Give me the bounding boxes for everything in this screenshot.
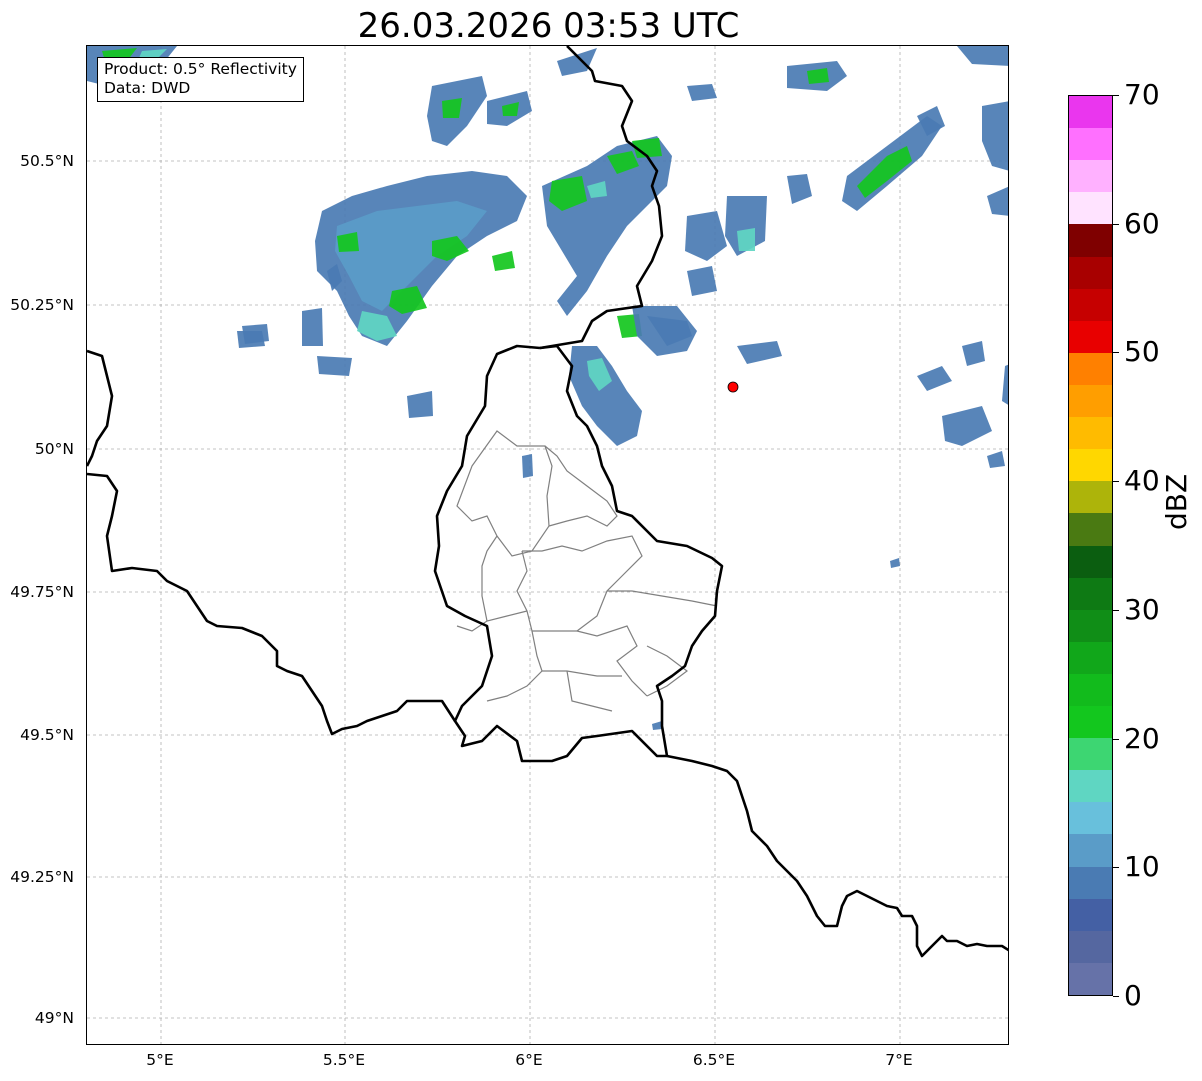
colorbar-tick-label: 30 (1124, 593, 1160, 626)
colorbar-segment (1069, 352, 1112, 385)
colorbar-segment (1069, 223, 1112, 257)
product-info-box: Product: 0.5° Reflectivity Data: DWD (97, 57, 304, 102)
lat-tick-label: 49.5°N (20, 726, 74, 744)
colorbar (1068, 95, 1113, 996)
colorbar-tick-mark (1113, 867, 1119, 868)
lat-tick-label: 50.25°N (10, 296, 74, 314)
colorbar-tick-label: 10 (1124, 850, 1160, 883)
colorbar-tick-mark (1113, 224, 1119, 225)
lon-tick-label: 7°E (885, 1051, 913, 1069)
colorbar-segment (1069, 256, 1112, 289)
colorbar-segment (1069, 127, 1112, 161)
colorbar-segment (1069, 288, 1112, 321)
colorbar-tick-label: 40 (1124, 464, 1160, 497)
lat-tick-label: 49.25°N (10, 868, 74, 886)
colorbar-segment (1069, 384, 1112, 418)
product-label: Product: 0.5° Reflectivity (104, 60, 297, 78)
colorbar-segment (1069, 866, 1112, 899)
colorbar-segment (1069, 801, 1112, 835)
colorbar-tick-mark (1113, 352, 1119, 353)
radar-map[interactable] (86, 45, 1009, 1045)
colorbar-tick-mark (1113, 610, 1119, 611)
colorbar-segment (1069, 191, 1112, 225)
colorbar-tick-label: 60 (1124, 207, 1160, 240)
colorbar-tick-mark (1113, 739, 1119, 740)
colorbar-tick-label: 0 (1124, 979, 1142, 1012)
colorbar-segment (1069, 930, 1112, 963)
colorbar-segment (1069, 673, 1112, 707)
border-de-fr (666, 754, 1008, 958)
colorbar-segment (1069, 545, 1112, 578)
colorbar-segment (1069, 577, 1112, 610)
map-title: 26.03.2026 03:53 UTC (357, 6, 740, 46)
lon-tick-label: 6°E (515, 1051, 543, 1069)
colorbar-segment (1069, 512, 1112, 546)
colorbar-tick-label: 50 (1124, 335, 1160, 368)
radar-site-marker (727, 381, 739, 393)
colorbar-segment (1069, 898, 1112, 931)
lat-tick-label: 50°N (34, 440, 74, 458)
echo-cluster-border-south (569, 346, 642, 446)
colorbar-segment (1069, 609, 1112, 642)
colorbar-segment (1069, 962, 1112, 995)
map-canvas (87, 46, 1008, 1044)
district-borders (456, 430, 718, 712)
colorbar-segment (1069, 320, 1112, 353)
lon-tick-label: 6.5°E (692, 1051, 736, 1069)
colorbar-label: dBZ (1160, 473, 1193, 530)
colorbar-tick-label: 70 (1124, 78, 1160, 111)
border-be-fr (87, 472, 457, 736)
lat-tick-label: 49.75°N (10, 583, 74, 601)
colorbar-segment (1069, 159, 1112, 193)
colorbar-tick-mark (1113, 481, 1119, 482)
lon-tick-label: 5.5°E (322, 1051, 366, 1069)
colorbar-segment (1069, 480, 1112, 514)
colorbar-tick-mark (1113, 996, 1119, 997)
colorbar-segment (1069, 705, 1112, 739)
lon-tick-label: 5°E (146, 1051, 174, 1069)
colorbar-segment (1069, 448, 1112, 482)
data-source-label: Data: DWD (104, 79, 191, 97)
colorbar-segment (1069, 95, 1112, 129)
colorbar-tick-mark (1113, 95, 1119, 96)
colorbar-segment (1069, 416, 1112, 450)
colorbar-segment (1069, 833, 1112, 867)
colorbar-segment (1069, 737, 1112, 771)
lat-tick-label: 50.5°N (20, 152, 74, 170)
colorbar-tick-label: 20 (1124, 722, 1160, 755)
colorbar-segment (1069, 769, 1112, 803)
lat-tick-label: 49°N (34, 1009, 74, 1027)
colorbar-segment (1069, 641, 1112, 674)
